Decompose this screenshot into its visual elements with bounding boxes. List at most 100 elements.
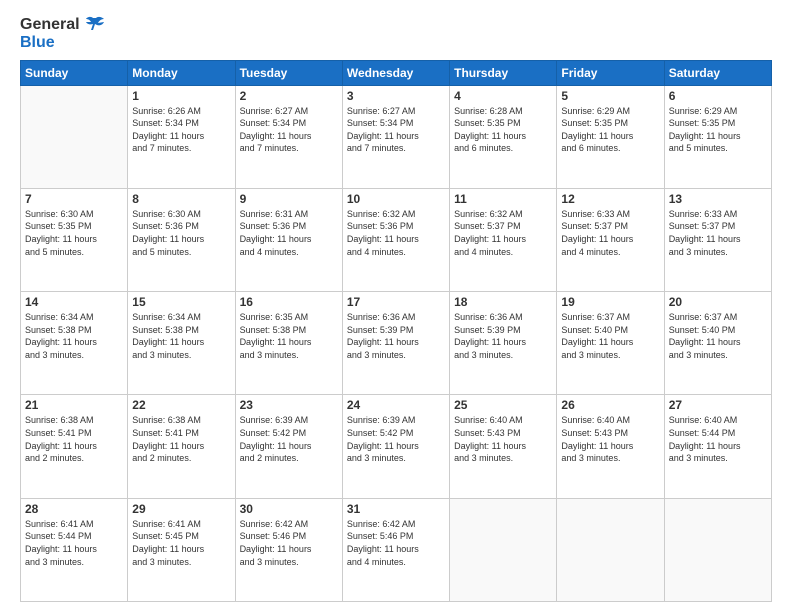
day-number: 11 (454, 192, 552, 206)
weekday-header-row: SundayMondayTuesdayWednesdayThursdayFrid… (21, 60, 772, 85)
day-info: Sunrise: 6:37 AMSunset: 5:40 PMDaylight:… (669, 311, 767, 361)
weekday-header-monday: Monday (128, 60, 235, 85)
day-cell-21: 21Sunrise: 6:38 AMSunset: 5:41 PMDayligh… (21, 395, 128, 498)
day-cell-11: 11 Sunrise: 6:32 AMSunset: 5:37 PMDayligh… (450, 188, 557, 291)
day-cell-20: 20Sunrise: 6:37 AMSunset: 5:40 PMDayligh… (664, 292, 771, 395)
day-number: 25 (454, 398, 552, 412)
day-info: Sunrise: 6:27 AMSunset: 5:34 PMDaylight:… (240, 105, 338, 155)
day-info: Sunrise: 6:39 AMSunset: 5:42 PMDaylight:… (347, 414, 445, 464)
day-info: Sunrise: 6:30 AMSunset: 5:36 PMDaylight:… (132, 208, 230, 258)
logo-general-text: General (20, 16, 80, 34)
day-cell-23: 23 Sunrise: 6:39 AMSunset: 5:42 PMDayligh… (235, 395, 342, 498)
calendar-table: SundayMondayTuesdayWednesdayThursdayFrid… (20, 60, 772, 602)
day-number: 30 (240, 502, 338, 516)
day-number: 12 (561, 192, 659, 206)
day-number: 21 (25, 398, 123, 412)
day-number: 22 (132, 398, 230, 412)
day-info: Sunrise: 6:30 AMSunset: 5:35 PMDaylight:… (25, 208, 123, 258)
day-cell-29: 29 Sunrise: 6:41 AMSunset: 5:45 PMDayligh… (128, 498, 235, 601)
day-info: Sunrise: 6:42 AMSunset: 5:46 PMDaylight:… (347, 518, 445, 568)
day-info: Sunrise: 6:32 AMSunset: 5:37 PMDaylight:… (454, 208, 552, 258)
logo-bird-icon (82, 16, 104, 34)
day-info: Sunrise: 6:32 AMSunset: 5:36 PMDaylight:… (347, 208, 445, 258)
day-number: 15 (132, 295, 230, 309)
day-cell-7: 7Sunrise: 6:30 AMSunset: 5:35 PMDaylight… (21, 188, 128, 291)
day-number: 14 (25, 295, 123, 309)
day-number: 6 (669, 89, 767, 103)
day-number: 8 (132, 192, 230, 206)
day-number: 5 (561, 89, 659, 103)
day-info: Sunrise: 6:39 AMSunset: 5:42 PMDaylight:… (240, 414, 338, 464)
empty-cell (664, 498, 771, 601)
day-info: Sunrise: 6:31 AMSunset: 5:36 PMDaylight:… (240, 208, 338, 258)
empty-cell (557, 498, 664, 601)
weekday-header-tuesday: Tuesday (235, 60, 342, 85)
day-cell-19: 19 Sunrise: 6:37 AMSunset: 5:40 PMDayligh… (557, 292, 664, 395)
day-cell-28: 28 Sunrise: 6:41 AMSunset: 5:44 PMDayligh… (21, 498, 128, 601)
day-info: Sunrise: 6:37 AMSunset: 5:40 PMDaylight:… (561, 311, 659, 361)
logo-container: General Blue (20, 16, 104, 52)
day-info: Sunrise: 6:35 AMSunset: 5:38 PMDaylight:… (240, 311, 338, 361)
day-cell-24: 24Sunrise: 6:39 AMSunset: 5:42 PMDayligh… (342, 395, 449, 498)
logo: General Blue (20, 16, 104, 52)
day-cell-14: 14Sunrise: 6:34 AMSunset: 5:38 PMDayligh… (21, 292, 128, 395)
day-cell-26: 26 Sunrise: 6:40 AMSunset: 5:43 PMDayligh… (557, 395, 664, 498)
day-cell-4: 4Sunrise: 6:28 AMSunset: 5:35 PMDaylight… (450, 85, 557, 188)
day-cell-5: 5Sunrise: 6:29 AMSunset: 5:35 PMDaylight… (557, 85, 664, 188)
day-info: Sunrise: 6:41 AMSunset: 5:44 PMDaylight:… (25, 518, 123, 568)
day-number: 23 (240, 398, 338, 412)
day-info: Sunrise: 6:36 AMSunset: 5:39 PMDaylight:… (347, 311, 445, 361)
weekday-header-friday: Friday (557, 60, 664, 85)
day-cell-30: 30 Sunrise: 6:42 AMSunset: 5:46 PMDayligh… (235, 498, 342, 601)
day-info: Sunrise: 6:38 AMSunset: 5:41 PMDaylight:… (132, 414, 230, 464)
day-number: 9 (240, 192, 338, 206)
day-info: Sunrise: 6:26 AMSunset: 5:34 PMDaylight:… (132, 105, 230, 155)
day-number: 18 (454, 295, 552, 309)
day-number: 29 (132, 502, 230, 516)
day-cell-22: 22 Sunrise: 6:38 AMSunset: 5:41 PMDayligh… (128, 395, 235, 498)
week-row-4: 21 Sunrise: 6:38 AMSunset: 5:41 PMDayligh… (21, 395, 772, 498)
day-cell-1: 1 Sunrise: 6:26 AMSunset: 5:34 PMDaylight… (128, 85, 235, 188)
weekday-header-wednesday: Wednesday (342, 60, 449, 85)
day-number: 2 (240, 89, 338, 103)
day-info: Sunrise: 6:40 AMSunset: 5:43 PMDaylight:… (561, 414, 659, 464)
weekday-header-thursday: Thursday (450, 60, 557, 85)
logo-blue-text: Blue (20, 34, 104, 52)
day-number: 28 (25, 502, 123, 516)
weekday-header-saturday: Saturday (664, 60, 771, 85)
day-cell-31: 31Sunrise: 6:42 AMSunset: 5:46 PMDayligh… (342, 498, 449, 601)
day-number: 17 (347, 295, 445, 309)
empty-cell (21, 85, 128, 188)
week-row-1: 1 Sunrise: 6:26 AMSunset: 5:34 PMDaylight… (21, 85, 772, 188)
day-number: 19 (561, 295, 659, 309)
week-row-3: 14 Sunrise: 6:34 AMSunset: 5:38 PMDayligh… (21, 292, 772, 395)
day-number: 27 (669, 398, 767, 412)
day-info: Sunrise: 6:40 AMSunset: 5:43 PMDaylight:… (454, 414, 552, 464)
day-cell-3: 3Sunrise: 6:27 AMSunset: 5:34 PMDaylight… (342, 85, 449, 188)
day-info: Sunrise: 6:34 AMSunset: 5:38 PMDaylight:… (132, 311, 230, 361)
day-cell-27: 27Sunrise: 6:40 AMSunset: 5:44 PMDayligh… (664, 395, 771, 498)
day-number: 26 (561, 398, 659, 412)
empty-cell (450, 498, 557, 601)
day-cell-8: 8 Sunrise: 6:30 AMSunset: 5:36 PMDaylight… (128, 188, 235, 291)
day-info: Sunrise: 6:41 AMSunset: 5:45 PMDaylight:… (132, 518, 230, 568)
weekday-header-sunday: Sunday (21, 60, 128, 85)
day-info: Sunrise: 6:27 AMSunset: 5:34 PMDaylight:… (347, 105, 445, 155)
day-info: Sunrise: 6:33 AMSunset: 5:37 PMDaylight:… (669, 208, 767, 258)
day-cell-13: 13 Sunrise: 6:33 AMSunset: 5:37 PMDayligh… (664, 188, 771, 291)
day-info: Sunrise: 6:36 AMSunset: 5:39 PMDaylight:… (454, 311, 552, 361)
day-cell-12: 12 Sunrise: 6:33 AMSunset: 5:37 PMDayligh… (557, 188, 664, 291)
day-cell-25: 25 Sunrise: 6:40 AMSunset: 5:43 PMDayligh… (450, 395, 557, 498)
day-number: 1 (132, 89, 230, 103)
day-info: Sunrise: 6:42 AMSunset: 5:46 PMDaylight:… (240, 518, 338, 568)
day-number: 16 (240, 295, 338, 309)
day-cell-6: 6Sunrise: 6:29 AMSunset: 5:35 PMDaylight… (664, 85, 771, 188)
day-cell-10: 10Sunrise: 6:32 AMSunset: 5:36 PMDayligh… (342, 188, 449, 291)
day-cell-2: 2 Sunrise: 6:27 AMSunset: 5:34 PMDaylight… (235, 85, 342, 188)
day-info: Sunrise: 6:33 AMSunset: 5:37 PMDaylight:… (561, 208, 659, 258)
day-info: Sunrise: 6:28 AMSunset: 5:35 PMDaylight:… (454, 105, 552, 155)
day-cell-17: 17 Sunrise: 6:36 AMSunset: 5:39 PMDayligh… (342, 292, 449, 395)
week-row-5: 28 Sunrise: 6:41 AMSunset: 5:44 PMDayligh… (21, 498, 772, 601)
header: General Blue (20, 16, 772, 52)
day-number: 13 (669, 192, 767, 206)
